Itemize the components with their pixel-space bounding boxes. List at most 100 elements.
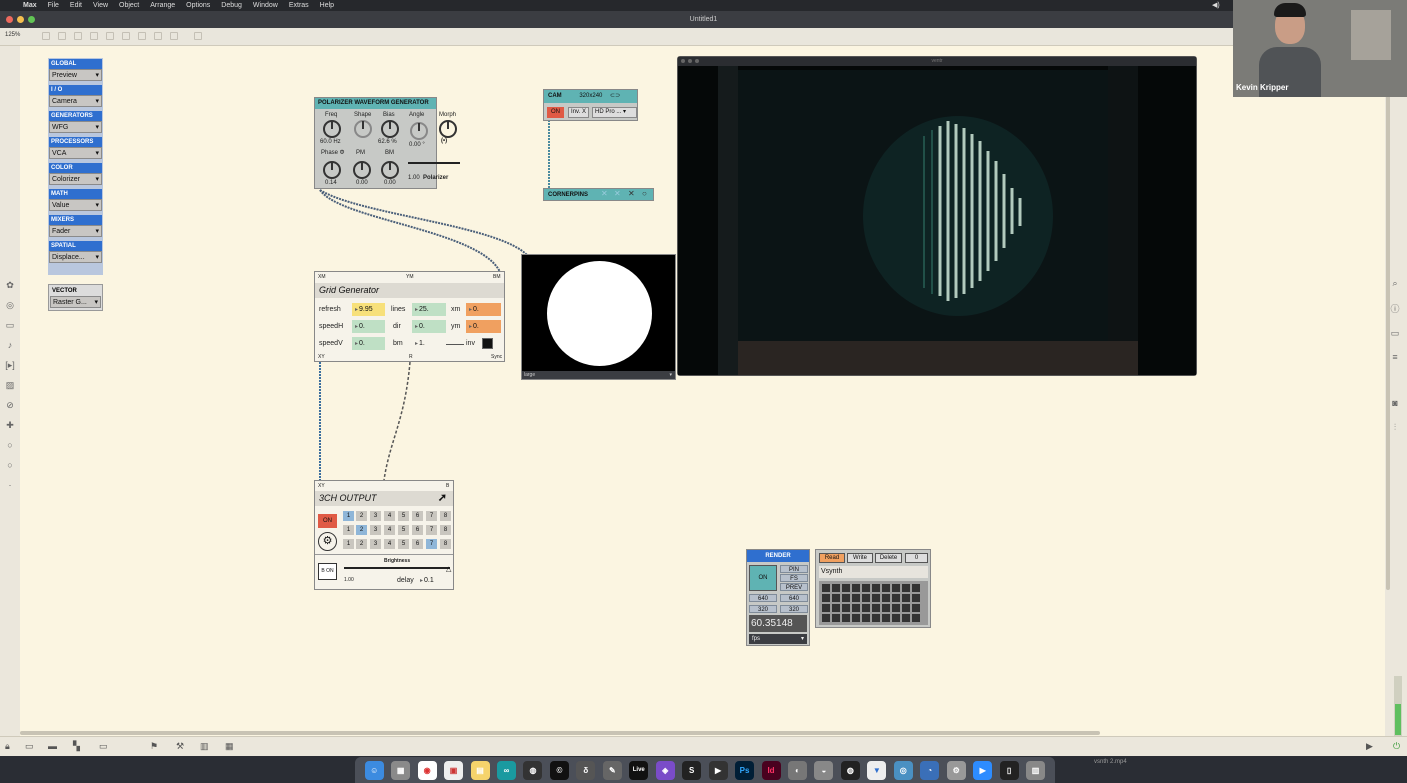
channel-1-button-4[interactable]: 4 xyxy=(384,511,395,521)
channel-2-button-3[interactable]: 3 xyxy=(370,525,381,535)
video-viewer-window[interactable]: ventr xyxy=(677,56,1197,376)
preview-window[interactable]: large ▾ xyxy=(521,254,676,380)
ableton-live-icon[interactable]: Live xyxy=(629,760,649,780)
preset-slot[interactable] xyxy=(852,594,860,602)
preset-module[interactable]: Read Write Delete 0 Vsynth xyxy=(815,549,931,628)
app-icon-9[interactable]: ◎ xyxy=(893,760,913,780)
category-dropdown[interactable]: Raster G... xyxy=(50,296,101,308)
app-icon-5[interactable]: ◐ xyxy=(787,760,807,780)
channel-3-button-3[interactable]: 3 xyxy=(370,539,381,549)
piano-icon[interactable]: ▥ xyxy=(200,741,209,752)
xm-numbox[interactable]: 0. xyxy=(466,303,501,316)
preset-slot[interactable] xyxy=(862,604,870,612)
preset-slot[interactable] xyxy=(822,614,830,622)
preset-slot[interactable] xyxy=(892,614,900,622)
viewer-zoom-icon[interactable] xyxy=(695,59,699,63)
preset-slot[interactable] xyxy=(842,604,850,612)
x-icon-2[interactable]: ✕ xyxy=(614,189,621,198)
channel-2-button-5[interactable]: 5 xyxy=(398,525,409,535)
preset-slot-grid[interactable] xyxy=(819,581,928,625)
width-field-1[interactable]: 640 xyxy=(749,594,777,602)
inv-toggle[interactable] xyxy=(482,338,493,349)
preset-slot[interactable] xyxy=(882,594,890,602)
preview-size-bar[interactable]: large ▾ xyxy=(522,371,675,379)
preset-slot[interactable] xyxy=(842,584,850,592)
preset-count[interactable]: 0 xyxy=(905,553,928,563)
window-stack-icon[interactable]: ▭ xyxy=(99,741,108,752)
channel-3-button-7[interactable]: 7 xyxy=(426,539,437,549)
preset-slot[interactable] xyxy=(912,604,920,612)
app-icon-10[interactable]: ◔ xyxy=(920,760,940,780)
read-button[interactable]: Read xyxy=(819,553,845,563)
morph-knob[interactable] xyxy=(439,120,457,138)
power-icon[interactable]: ⏻ xyxy=(1393,741,1400,752)
channel-3-button-2[interactable]: 2 xyxy=(356,539,367,549)
channel-3-button-8[interactable]: 8 xyxy=(440,539,451,549)
cycling74-icon[interactable]: © xyxy=(549,760,569,780)
category-dropdown[interactable]: WFG xyxy=(49,121,102,133)
app-icon-6[interactable]: ◒ xyxy=(814,760,834,780)
category-dropdown[interactable]: Fader xyxy=(49,225,102,237)
category-dropdown[interactable]: Displace... xyxy=(49,251,102,263)
app-icon-7[interactable]: ◍ xyxy=(840,760,860,780)
preset-slot[interactable] xyxy=(902,614,910,622)
preset-slot[interactable] xyxy=(892,584,900,592)
cord-grid-r[interactable] xyxy=(383,361,411,481)
category-dropdown[interactable]: Camera xyxy=(49,95,102,107)
cord-wfg-grid[interactable] xyxy=(319,189,501,273)
b-on-toggle[interactable]: B ON xyxy=(318,563,337,580)
channel-3-button-6[interactable]: 6 xyxy=(412,539,423,549)
channel-1-button-3[interactable]: 3 xyxy=(370,511,381,521)
photoshop-icon[interactable]: Ps xyxy=(735,760,755,780)
trash-icon[interactable]: ▥ xyxy=(1026,760,1046,780)
bm-numbox[interactable]: 1. xyxy=(412,337,446,350)
fps-select[interactable]: fps ▾ xyxy=(749,634,807,644)
category-dropdown[interactable]: Preview xyxy=(49,69,102,81)
preset-slot[interactable] xyxy=(902,584,910,592)
app-icon-4[interactable]: ▶ xyxy=(708,760,728,780)
channel-1-button-2[interactable]: 2 xyxy=(356,511,367,521)
category-dropdown[interactable]: Value xyxy=(49,199,102,211)
arduino-icon[interactable]: ∞ xyxy=(496,760,516,780)
delay-numbox[interactable]: 0.1 xyxy=(417,574,447,587)
write-button[interactable]: Write xyxy=(847,553,873,563)
dir-numbox[interactable]: 0. xyxy=(412,320,446,333)
bm-knob[interactable] xyxy=(381,161,399,179)
preset-slot[interactable] xyxy=(882,584,890,592)
app-icon-1[interactable]: ✎ xyxy=(602,760,622,780)
category-dropdown[interactable]: VCA xyxy=(49,147,102,159)
pm-knob[interactable] xyxy=(353,161,371,179)
viewer-minimize-icon[interactable] xyxy=(688,59,692,63)
stack-icon[interactable]: ▚ xyxy=(73,741,80,752)
cornerpins-module[interactable]: CORNERPINS ✕ ✕ ✕ ○ xyxy=(543,188,654,201)
preset-slot[interactable] xyxy=(842,594,850,602)
slider-handle-icon[interactable]: △ xyxy=(446,565,451,573)
arrow-up-right-icon[interactable]: ➚ xyxy=(438,491,447,506)
circle-toggle-icon[interactable]: ○ xyxy=(642,189,647,198)
channel-2-button-6[interactable]: 6 xyxy=(412,525,423,535)
pin-button[interactable]: PIN xyxy=(780,565,808,573)
preset-slot[interactable] xyxy=(912,594,920,602)
preset-slot[interactable] xyxy=(912,614,920,622)
ym-numbox[interactable]: 0. xyxy=(466,320,501,333)
freq-knob[interactable] xyxy=(323,120,341,138)
refresh-numbox[interactable]: 9.95 xyxy=(352,303,385,316)
waveform-generator-module[interactable]: POLARIZER WAVEFORM GENERATOR Freq 60.0 H… xyxy=(314,97,460,189)
preset-slot[interactable] xyxy=(872,594,880,602)
launchpad-icon[interactable]: ▦ xyxy=(391,760,411,780)
system-preferences-icon[interactable]: ⚙ xyxy=(946,760,966,780)
lines-numbox[interactable]: 25. xyxy=(412,303,446,316)
delete-button[interactable]: Delete xyxy=(875,553,902,563)
indesign-icon[interactable]: Id xyxy=(761,760,781,780)
calendar-grid-icon[interactable]: ▦ xyxy=(225,741,234,752)
preset-slot[interactable] xyxy=(832,604,840,612)
brightness-slider[interactable] xyxy=(344,567,450,569)
cinema4d-icon[interactable]: ◍ xyxy=(523,760,543,780)
calendar-icon[interactable]: ▣ xyxy=(444,760,464,780)
speedh-numbox[interactable]: 0. xyxy=(352,320,385,333)
channel-1-button-1[interactable]: 1 xyxy=(343,511,354,521)
polarizer-slider[interactable] xyxy=(408,162,460,164)
app-icon-2[interactable]: ◈ xyxy=(655,760,675,780)
preview-button[interactable]: PREV xyxy=(780,583,808,591)
speedv-numbox[interactable]: 0. xyxy=(352,337,385,350)
